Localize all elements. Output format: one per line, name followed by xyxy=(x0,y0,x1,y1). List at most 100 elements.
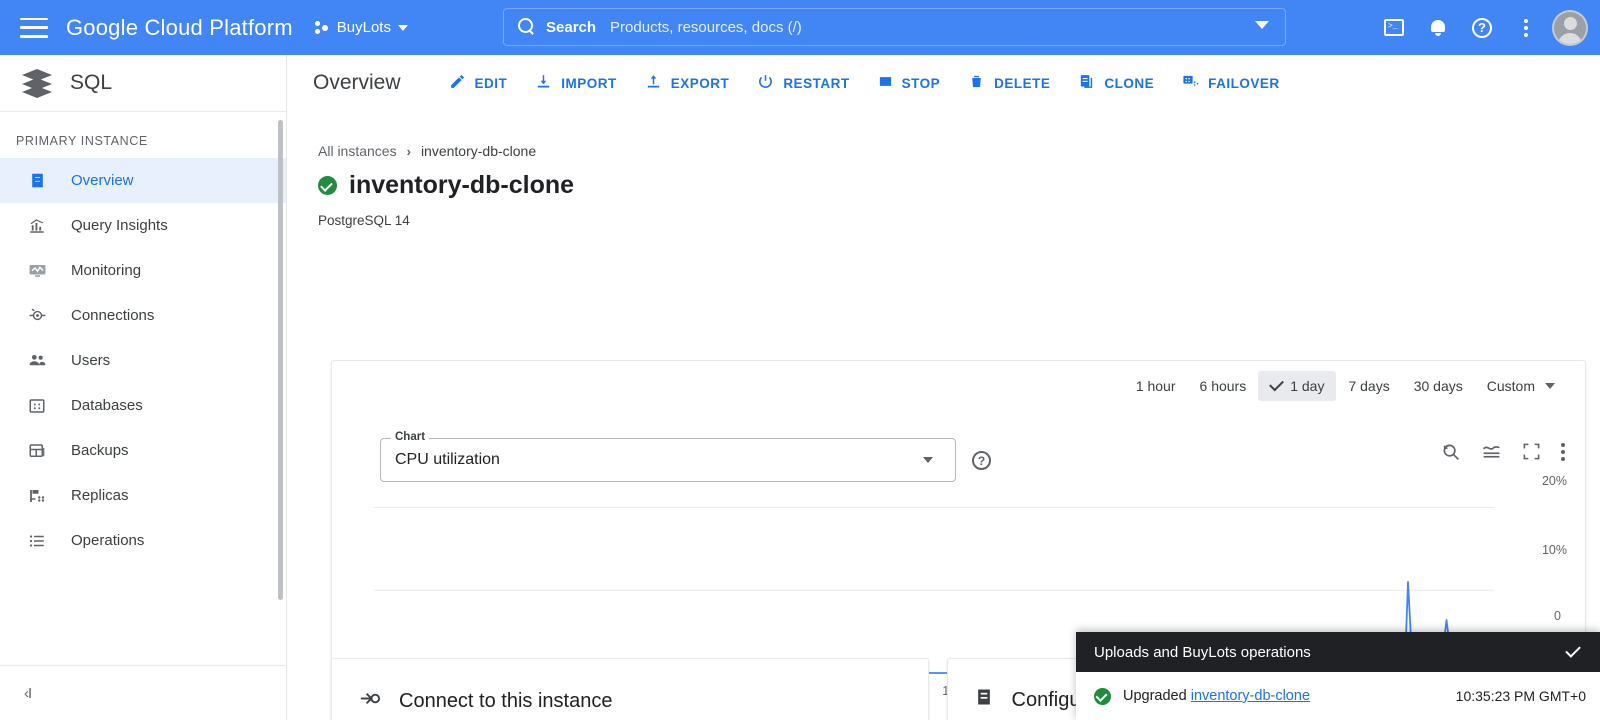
configuration-icon xyxy=(974,687,994,713)
time-range-7-days[interactable]: 7 days xyxy=(1336,371,1401,401)
stacked-lines-icon[interactable] xyxy=(1481,441,1502,462)
time-range-1-day[interactable]: 1 day xyxy=(1258,371,1337,401)
import-icon xyxy=(535,73,552,93)
more-vert-icon[interactable] xyxy=(1504,6,1548,50)
chart-tools xyxy=(1440,441,1565,462)
failover-icon xyxy=(1182,73,1199,93)
bell-icon[interactable] xyxy=(1416,6,1460,50)
time-range-custom[interactable]: Custom xyxy=(1475,371,1567,401)
restart-button[interactable]: RESTART xyxy=(757,73,849,93)
backups-icon xyxy=(27,441,47,461)
connections-icon xyxy=(27,306,47,326)
notification-timestamp: 10:35:23 PM GMT+0 xyxy=(1455,688,1586,704)
sidebar-item-overview[interactable]: Overview xyxy=(0,158,286,203)
clone-icon xyxy=(1078,73,1095,93)
restart-label: RESTART xyxy=(783,75,850,91)
delete-label: DELETE xyxy=(994,75,1051,91)
import-button[interactable]: IMPORT xyxy=(535,73,617,93)
fullscreen-icon[interactable] xyxy=(1522,442,1541,461)
notification-panel-header[interactable]: Uploads and BuyLots operations xyxy=(1076,632,1600,672)
sidebar-item-users[interactable]: Users xyxy=(0,338,286,383)
edit-label: EDIT xyxy=(474,75,508,91)
notification-panel-title: Uploads and BuyLots operations xyxy=(1094,643,1311,661)
export-button[interactable]: EXPORT xyxy=(645,73,730,93)
project-icon xyxy=(314,20,330,35)
sidebar-item-label: Overview xyxy=(71,172,134,189)
databases-icon xyxy=(27,396,47,416)
chevron-down-icon[interactable] xyxy=(1565,641,1581,658)
terminal-icon[interactable] xyxy=(1372,6,1416,50)
notification-prefix: Upgraded xyxy=(1123,688,1187,704)
avatar[interactable] xyxy=(1552,9,1588,46)
failover-label: FAILOVER xyxy=(1208,75,1280,91)
delete-button[interactable]: DELETE xyxy=(968,73,1050,93)
monitoring-icon xyxy=(27,261,47,281)
sidebar-item-monitoring[interactable]: Monitoring xyxy=(0,248,286,293)
main-content: All instances › inventory-db-clone inven… xyxy=(287,112,1600,720)
breadcrumb-current: inventory-db-clone xyxy=(420,143,537,159)
sidebar-product-header[interactable]: SQL xyxy=(0,55,286,112)
time-range-1-hour[interactable]: 1 hour xyxy=(1124,371,1188,401)
top-app-bar: Google Cloud Platform BuyLots Search Pro… xyxy=(0,0,1600,55)
top-icon-group: ? xyxy=(1372,0,1600,55)
failover-button[interactable]: FAILOVER xyxy=(1182,73,1280,93)
more-vert-icon[interactable] xyxy=(1561,442,1565,461)
sidebar-item-replicas[interactable]: Replicas xyxy=(0,473,286,518)
insights-icon xyxy=(27,216,47,236)
help-icon[interactable]: ? xyxy=(1460,6,1504,50)
instance-name: inventory-db-clone xyxy=(349,171,575,199)
project-selector[interactable]: BuyLots xyxy=(314,19,408,36)
action-toolbar: Overview EDIT IMPORT EXPORT RESTART STOP xyxy=(287,55,1600,112)
time-range-30-days[interactable]: 30 days xyxy=(1402,371,1475,401)
sidebar-product-name: SQL xyxy=(70,71,113,94)
sidebar-item-label: Monitoring xyxy=(71,262,142,279)
y-axis-tick-label: 0 xyxy=(1554,609,1561,623)
stop-button[interactable]: STOP xyxy=(878,74,941,92)
stop-label: STOP xyxy=(901,75,941,91)
operations-notification-panel: Uploads and BuyLots operations Upgraded … xyxy=(1076,632,1600,720)
sidebar-item-label: Replicas xyxy=(71,487,129,504)
time-range-label: 7 days xyxy=(1348,378,1390,394)
export-icon xyxy=(645,73,662,93)
breadcrumb-separator-icon: › xyxy=(406,143,411,159)
users-icon xyxy=(27,351,47,371)
y-axis-tick-label: 10% xyxy=(1541,543,1567,557)
sidebar-item-query-insights[interactable]: Query Insights xyxy=(0,203,286,248)
sidebar: SQL PRIMARY INSTANCE Overview Query Insi… xyxy=(0,55,287,720)
sidebar-footer: ‹I xyxy=(0,665,287,720)
sidebar-scrollbar[interactable] xyxy=(278,120,283,600)
zoom-out-icon[interactable] xyxy=(1440,441,1461,462)
pencil-icon xyxy=(449,73,466,93)
sidebar-item-label: Databases xyxy=(71,397,143,414)
notification-instance-link[interactable]: inventory-db-clone xyxy=(1191,688,1310,704)
help-circle-icon[interactable]: ? xyxy=(972,451,991,470)
project-name: BuyLots xyxy=(336,19,391,36)
breadcrumb-all-instances[interactable]: All instances xyxy=(318,143,397,159)
connect-card-title: Connect to this instance xyxy=(399,690,613,712)
time-range-label: 6 hours xyxy=(1199,378,1247,394)
check-icon xyxy=(1269,376,1285,392)
chart-select-legend: Chart xyxy=(391,431,430,443)
chart-metric-select[interactable]: Chart CPU utilization xyxy=(380,431,956,482)
power-icon xyxy=(757,73,774,93)
edit-button[interactable]: EDIT xyxy=(449,73,508,93)
collapse-sidebar-button[interactable]: ‹I xyxy=(24,685,32,702)
time-range-6-hours[interactable]: 6 hours xyxy=(1188,371,1259,401)
sidebar-item-backups[interactable]: Backups xyxy=(0,428,286,473)
time-range-label: Custom xyxy=(1486,378,1535,394)
instance-icon xyxy=(27,171,47,191)
sidebar-item-connections[interactable]: Connections xyxy=(0,293,286,338)
search-input[interactable]: Search Products, resources, docs (/) xyxy=(503,8,1286,46)
y-axis-tick-label: 20% xyxy=(1541,474,1567,488)
clone-button[interactable]: CLONE xyxy=(1078,73,1154,93)
sidebar-item-operations[interactable]: Operations xyxy=(0,518,286,563)
chevron-down-icon[interactable] xyxy=(1255,21,1269,29)
search-icon xyxy=(518,18,536,36)
hamburger-icon[interactable] xyxy=(20,17,48,38)
connect-card: Connect to this instance xyxy=(331,658,929,720)
operations-icon xyxy=(27,531,47,551)
connect-icon xyxy=(358,687,381,716)
import-label: IMPORT xyxy=(561,75,617,91)
sidebar-item-databases[interactable]: Databases xyxy=(0,383,286,428)
trash-icon xyxy=(968,73,985,93)
